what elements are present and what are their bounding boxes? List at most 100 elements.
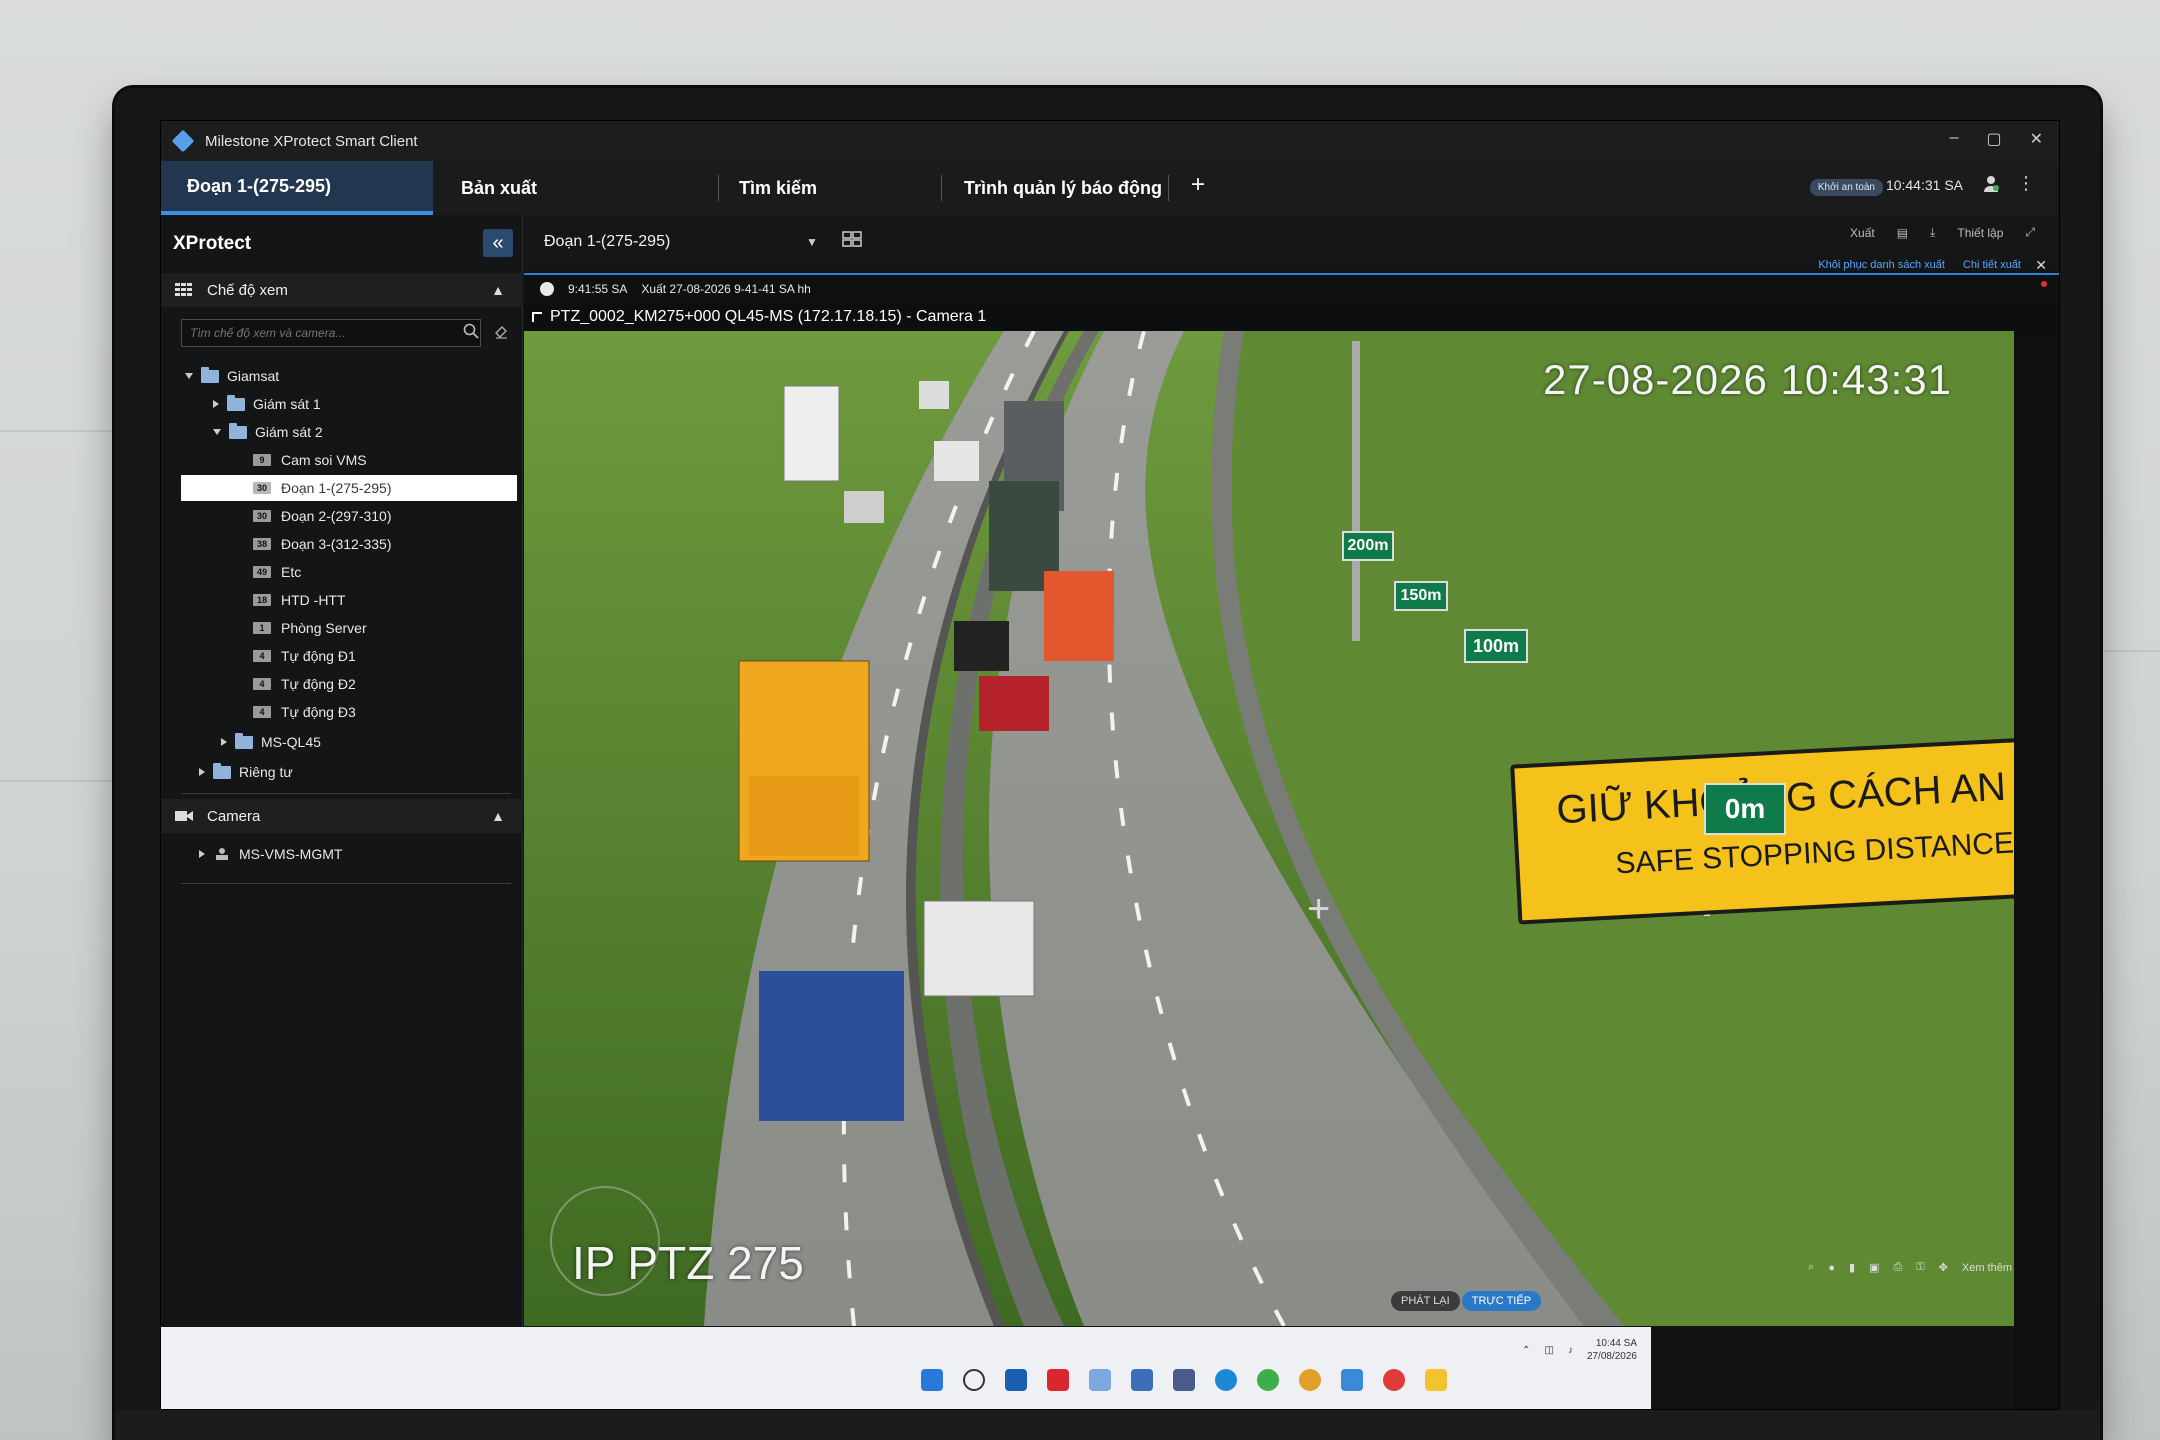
monitor: Milestone XProtect Smart Client – ▢ ✕ Đo… xyxy=(115,88,2100,1440)
os-taskbar: ⌃ ◫ ♪ 10:44 SA 27/08/2026 xyxy=(161,1327,1651,1409)
camera-section-header[interactable]: Camera ▲ xyxy=(161,799,523,833)
view-search-input[interactable] xyxy=(181,319,481,347)
tree-view-etc[interactable]: 49 Etc xyxy=(253,559,301,585)
app-title: Milestone XProtect Smart Client xyxy=(205,132,418,150)
tree-label: MS-QL45 xyxy=(261,734,321,750)
camera-video-feed[interactable]: 27-08-2026 10:43:31 GIỮ KHOẢNG CÁCH AN T… xyxy=(524,331,2014,1326)
folder-icon xyxy=(213,762,231,779)
ptz-icon[interactable]: ✥ xyxy=(1939,1261,1948,1274)
chevron-up-icon[interactable]: ▲ xyxy=(491,808,505,824)
restore-export-list-link[interactable]: Khôi phục danh sách xuất xyxy=(1818,259,1945,271)
playback-mode-switch: PHÁT LẠI TRỰC TIẾP xyxy=(1391,1291,1542,1311)
office-icon[interactable] xyxy=(1047,1369,1069,1391)
xprotect-taskbar-icon[interactable] xyxy=(1341,1369,1363,1391)
tree-view-tu-dong-d2[interactable]: 4 Tự động Đ2 xyxy=(253,671,356,697)
taskbar-time: 10:44 SA xyxy=(1595,1338,1637,1349)
tree-camera-ms-vms-mgmt[interactable]: MS-VMS-MGMT xyxy=(199,841,342,867)
network-app-icon[interactable] xyxy=(1173,1369,1195,1391)
tab-doan-1[interactable]: Đoạn 1-(275-295) xyxy=(161,161,433,215)
store-icon[interactable] xyxy=(1005,1369,1027,1391)
expand-right-icon[interactable] xyxy=(199,768,205,776)
tab-tim-kiem[interactable]: Tìm kiếm xyxy=(739,161,817,215)
export-dropdown[interactable]: Xuất xyxy=(1850,226,1875,240)
tree-folder-giam-sat-1[interactable]: Giám sát 1 xyxy=(213,391,321,417)
tab-ban-xuat[interactable]: Bản xuất xyxy=(461,161,537,215)
tree-view-tu-dong-d3[interactable]: 4 Tự động Đ3 xyxy=(253,699,356,725)
distance-sign-150: 150m xyxy=(1394,581,1448,611)
export-detail-link[interactable]: Chi tiết xuất xyxy=(1963,259,2021,271)
camera-flag-icon xyxy=(532,312,542,322)
safe-mode-badge[interactable]: Khởi an toàn xyxy=(1809,179,1883,196)
tree-view-htd-htt[interactable]: 18 HTD -HTT xyxy=(253,587,346,613)
expand-right-icon[interactable] xyxy=(221,738,227,746)
video-toolbar: ⌕ ● ▮ ▣ ⎙ ⚿ ✥ Xem thêm xyxy=(1808,1261,2012,1274)
tree-view-phong-server[interactable]: 1 Phòng Server xyxy=(253,615,367,641)
distance-sign-100: 100m xyxy=(1464,629,1528,663)
add-tab-button[interactable]: + xyxy=(1191,171,1205,199)
expand-right-icon[interactable] xyxy=(213,400,219,408)
title-bar: Milestone XProtect Smart Client – ▢ ✕ xyxy=(161,121,2059,161)
collapse-sidebar-button[interactable]: « xyxy=(483,229,513,257)
taskbar-apps xyxy=(921,1369,1447,1391)
snipping-icon[interactable] xyxy=(1089,1369,1111,1391)
document-icon[interactable]: ▤ xyxy=(1897,226,1908,240)
monitor-bezel-bottom xyxy=(115,1410,2100,1440)
expand-down-icon[interactable] xyxy=(213,429,221,435)
fullscreen-icon[interactable]: ⤢ xyxy=(2025,225,2035,240)
maximize-button[interactable]: ▢ xyxy=(1986,129,2001,149)
tab-trinh-quan-ly-bao-dong[interactable]: Trình quản lý báo động xyxy=(964,161,1162,215)
tree-folder-giamsat[interactable]: Giamsat xyxy=(185,363,279,389)
tray-chevron-icon[interactable]: ⌃ xyxy=(1522,1345,1530,1356)
search-taskbar-icon[interactable] xyxy=(963,1369,985,1391)
view-count-badge: 49 xyxy=(253,566,271,578)
screen: Milestone XProtect Smart Client – ▢ ✕ Đo… xyxy=(160,120,2060,1410)
chevron-up-icon[interactable]: ▲ xyxy=(491,282,505,298)
tree-view-doan-3[interactable]: 38 Đoạn 3-(312-335) xyxy=(253,531,392,557)
edge-icon[interactable] xyxy=(1215,1369,1237,1391)
close-export-bar-icon[interactable]: ✕ xyxy=(2035,257,2047,274)
camera-title: PTZ_0002_KM275+000 QL45-MS (172.17.18.15… xyxy=(550,308,987,325)
replay-mode-button[interactable]: PHÁT LẠI xyxy=(1391,1291,1460,1311)
tree-folder-ms-ql45[interactable]: MS-QL45 xyxy=(221,729,321,755)
tree-folder-giam-sat-2[interactable]: Giám sát 2 xyxy=(213,419,323,445)
start-icon[interactable] xyxy=(921,1369,943,1391)
snapshot-icon[interactable]: ▣ xyxy=(1869,1261,1879,1274)
browser-icon[interactable] xyxy=(1257,1369,1279,1391)
view-selector[interactable]: Đoạn 1-(275-295) xyxy=(544,233,670,251)
tree-view-tu-dong-d1[interactable]: 4 Tự động Đ1 xyxy=(253,643,356,669)
expand-down-icon[interactable] xyxy=(185,373,193,379)
chrome-icon[interactable] xyxy=(1299,1369,1321,1391)
remote-desktop-icon[interactable] xyxy=(1131,1369,1153,1391)
tree-folder-rieng-tu[interactable]: Riêng tư xyxy=(199,759,293,785)
layout-icon[interactable] xyxy=(842,229,862,249)
file-explorer-icon[interactable] xyxy=(1425,1369,1447,1391)
more-menu-icon[interactable]: ⋮ xyxy=(2017,173,2035,194)
grid-view-icon xyxy=(175,283,192,296)
tree-view-cam-soi-vms[interactable]: 9 Cam soi VMS xyxy=(253,447,367,473)
more-tools-button[interactable]: Xem thêm xyxy=(1962,1262,2012,1274)
tree-view-doan-1[interactable]: 30 Đoạn 1-(275-295) xyxy=(181,475,517,501)
volume-icon[interactable]: ♪ xyxy=(1568,1345,1573,1356)
chevron-down-icon[interactable]: ▼ xyxy=(806,235,818,249)
alert-dot-icon xyxy=(2041,281,2047,287)
views-section-header[interactable]: Chế độ xem ▲ xyxy=(161,273,523,307)
search-icon[interactable] xyxy=(463,323,479,339)
record-icon[interactable]: ● xyxy=(1828,1262,1835,1274)
zoom-icon[interactable]: ⌕ xyxy=(1808,1261,1814,1274)
expand-right-icon[interactable] xyxy=(199,850,205,858)
close-button[interactable]: ✕ xyxy=(2030,129,2043,149)
taskbar-clock[interactable]: 10:44 SA 27/08/2026 xyxy=(1587,1337,1637,1363)
tree-view-doan-2[interactable]: 30 Đoạn 2-(297-310) xyxy=(253,503,392,529)
view-count-badge: 4 xyxy=(253,678,271,690)
lock-icon[interactable]: ⚿ xyxy=(1916,1261,1924,1274)
setup-button[interactable]: Thiết lập xyxy=(1957,226,2003,240)
live-mode-button[interactable]: TRỰC TIẾP xyxy=(1461,1291,1542,1311)
download-icon[interactable]: ⤓ xyxy=(1930,225,1935,240)
bookmark-icon[interactable]: ▮ xyxy=(1849,1261,1855,1274)
minimize-button[interactable]: – xyxy=(1950,129,1959,149)
user-icon[interactable] xyxy=(1983,175,1999,193)
print-icon[interactable]: ⎙ xyxy=(1893,1261,1902,1274)
clear-search-icon[interactable] xyxy=(493,323,509,339)
notification-app-icon[interactable] xyxy=(1383,1369,1405,1391)
network-icon[interactable]: ◫ xyxy=(1544,1345,1553,1356)
